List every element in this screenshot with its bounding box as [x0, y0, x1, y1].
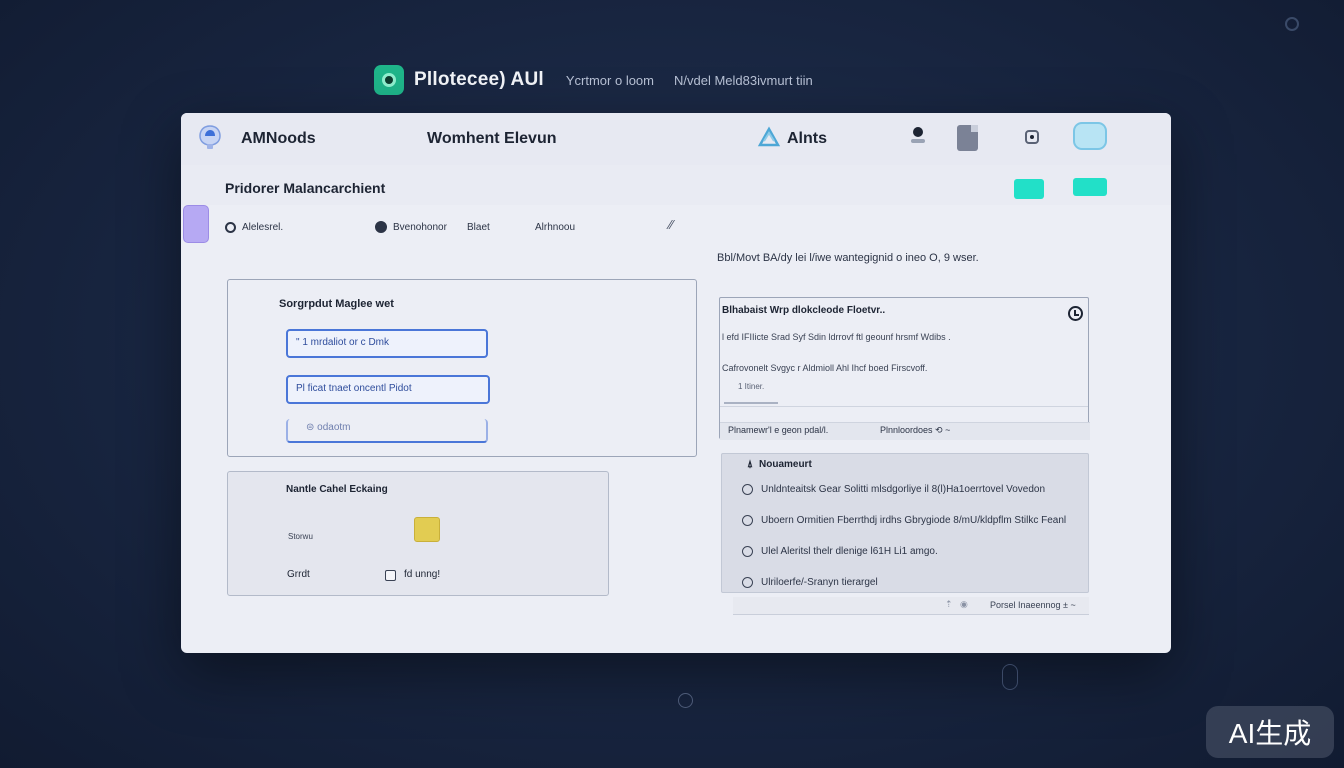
camera-icon[interactable] — [1025, 130, 1039, 144]
teal-action-button-2[interactable] — [1073, 178, 1107, 196]
item-icon — [742, 546, 753, 557]
bell-icon: ⍋ — [747, 459, 753, 470]
divider — [720, 406, 1088, 407]
notifications-title-text: Nouameurt — [759, 459, 812, 470]
color-label: Storwu — [288, 532, 313, 541]
filter-4[interactable]: Alrhnoou — [535, 222, 575, 233]
nodes-icon[interactable] — [197, 123, 223, 151]
document-icon[interactable] — [957, 125, 978, 151]
top-link-1[interactable]: Ycrtmor o loom — [566, 73, 654, 88]
list-item-text: Uboern Ormitien Fberrthdj irdhs Gbrygiod… — [761, 515, 1067, 526]
corner-settings-icon[interactable] — [1285, 17, 1299, 31]
footer-text-2[interactable]: Plnnloordoes ⟲ ~ — [880, 425, 950, 436]
cloud-icon[interactable] — [1073, 122, 1107, 150]
filter-3[interactable]: Blaet — [467, 222, 490, 233]
page-title: Pridorer Malancarchient — [225, 180, 386, 196]
card-title: Nantle Cahel Eckaing — [286, 484, 388, 495]
message-input-3[interactable]: ⊜ odaotm — [286, 419, 488, 443]
scroll-icon[interactable] — [1002, 664, 1018, 690]
checkbox-label: fd unng! — [404, 569, 441, 580]
footer-text-1: Plnamewr'l e geon pdal/l. — [728, 425, 829, 435]
radio-icon — [225, 221, 236, 233]
edit-pencil-icon[interactable]: ⁄⁄ — [669, 217, 673, 232]
clock-icon[interactable] — [1068, 306, 1083, 321]
window-title: Womhent Elevun — [427, 130, 557, 147]
item-icon — [742, 484, 753, 495]
filter-2[interactable]: Bvenohonor — [375, 221, 447, 233]
app-title: Pllotecee) AUl — [414, 69, 544, 90]
footer-text[interactable]: Porsel Inaeennog ± ~ — [990, 600, 1076, 610]
circle-icon[interactable] — [678, 693, 693, 708]
watermark-badge: AI生成 — [1206, 706, 1334, 758]
user-icon[interactable] — [910, 127, 926, 147]
main-window: AMNoods Womhent Elevun Alnts Pridorer Ma… — [181, 113, 1171, 653]
message-input-1[interactable]: " 1 mrdaliot or c Dmk — [286, 329, 488, 358]
grid-label: Grrdt — [287, 569, 310, 580]
details-card: Blhabaist Wrp dlokcleode Floetvr.. l efd… — [719, 297, 1090, 440]
list-item[interactable]: Unldnteaitsk Gear Solitti mlsdgorliye il… — [742, 484, 1045, 495]
right-caption: Bbl/Movt BA/dy lei l/iwe wantegignid o i… — [717, 252, 979, 264]
notifications-title: ⍋ Nouameurt — [747, 459, 812, 470]
message-settings-card: Sorgrpdut Maglee wet " 1 mrdaliot or c D… — [227, 279, 697, 457]
list-item-text: Ulriloerfe/-Sranyn tierargel — [761, 577, 878, 588]
app-header: Pllotecee) AUl Ycrtmor o loom N/vdel Mel… — [374, 64, 813, 96]
details-footer: Plnamewr'l e geon pdal/l. Plnnloordoes ⟲… — [720, 422, 1090, 440]
card-title: Sorgrpdut Maglee wet — [279, 298, 394, 310]
filter-1[interactable]: Alelesrel. — [225, 221, 284, 233]
footer-icons[interactable]: ⇡ ◉ — [945, 599, 968, 610]
notifications-card: ⍋ Nouameurt Unldnteaitsk Gear Solitti mls… — [721, 453, 1089, 593]
item-icon — [742, 577, 753, 588]
detail-line-1: l efd IFIIicte Srad Syf Sdin ldrrovf ftl… — [722, 332, 951, 342]
color-swatch[interactable] — [414, 517, 440, 542]
list-item[interactable]: Ulel Aleritsl thelr dlenige l61H Li1 amg… — [742, 546, 938, 557]
list-item-text: Unldnteaitsk Gear Solitti mlsdgorliye il… — [761, 484, 1046, 495]
alerts-label[interactable]: Alnts — [787, 130, 827, 148]
list-item-text: Ulel Aleritsl thelr dlenige l61H Li1 amg… — [761, 546, 938, 557]
message-input-2[interactable]: Pl ficat tnaet oncentl Pidot — [286, 375, 490, 404]
window-toolbar: AMNoods Womhent Elevun Alnts — [181, 113, 1171, 165]
card-title: Blhabaist Wrp dlokcleode Floetvr.. — [722, 305, 886, 316]
radio-selected-icon — [375, 221, 387, 233]
teal-action-button-1[interactable] — [1014, 179, 1044, 199]
filter-1-label: Alelesrel. — [242, 221, 284, 233]
app-logo-icon — [374, 65, 404, 95]
notifications-footer: ⇡ ◉ Porsel Inaeennog ± ~ — [733, 597, 1089, 615]
side-panel-handle[interactable] — [183, 205, 209, 243]
list-item[interactable]: Uboern Ormitien Fberrthdj irdhs Gbrygiod… — [742, 515, 1066, 526]
option-checkbox[interactable] — [385, 570, 396, 581]
list-item[interactable]: Ulriloerfe/-Sranyn tierargel — [742, 577, 878, 588]
filter-2-label: Bvenohonor — [393, 221, 447, 233]
nodes-label[interactable]: AMNoods — [241, 130, 316, 148]
detail-line-2: Cafrovonelt Svgyc r Aldmioll Ahl Ihcf bo… — [722, 363, 928, 373]
filter-4-label: Alrhnoou — [535, 221, 576, 233]
channel-settings-card: Nantle Cahel Eckaing Storwu Grrdt fd unn… — [227, 471, 609, 596]
item-icon — [742, 515, 753, 526]
small-action-button[interactable]: 1 Itiner. — [724, 378, 778, 404]
filter-3-label: Blaet — [467, 221, 490, 233]
top-link-2[interactable]: N/vdel Meld83ivmurt tiin — [674, 73, 813, 88]
alerts-icon[interactable] — [757, 125, 781, 149]
